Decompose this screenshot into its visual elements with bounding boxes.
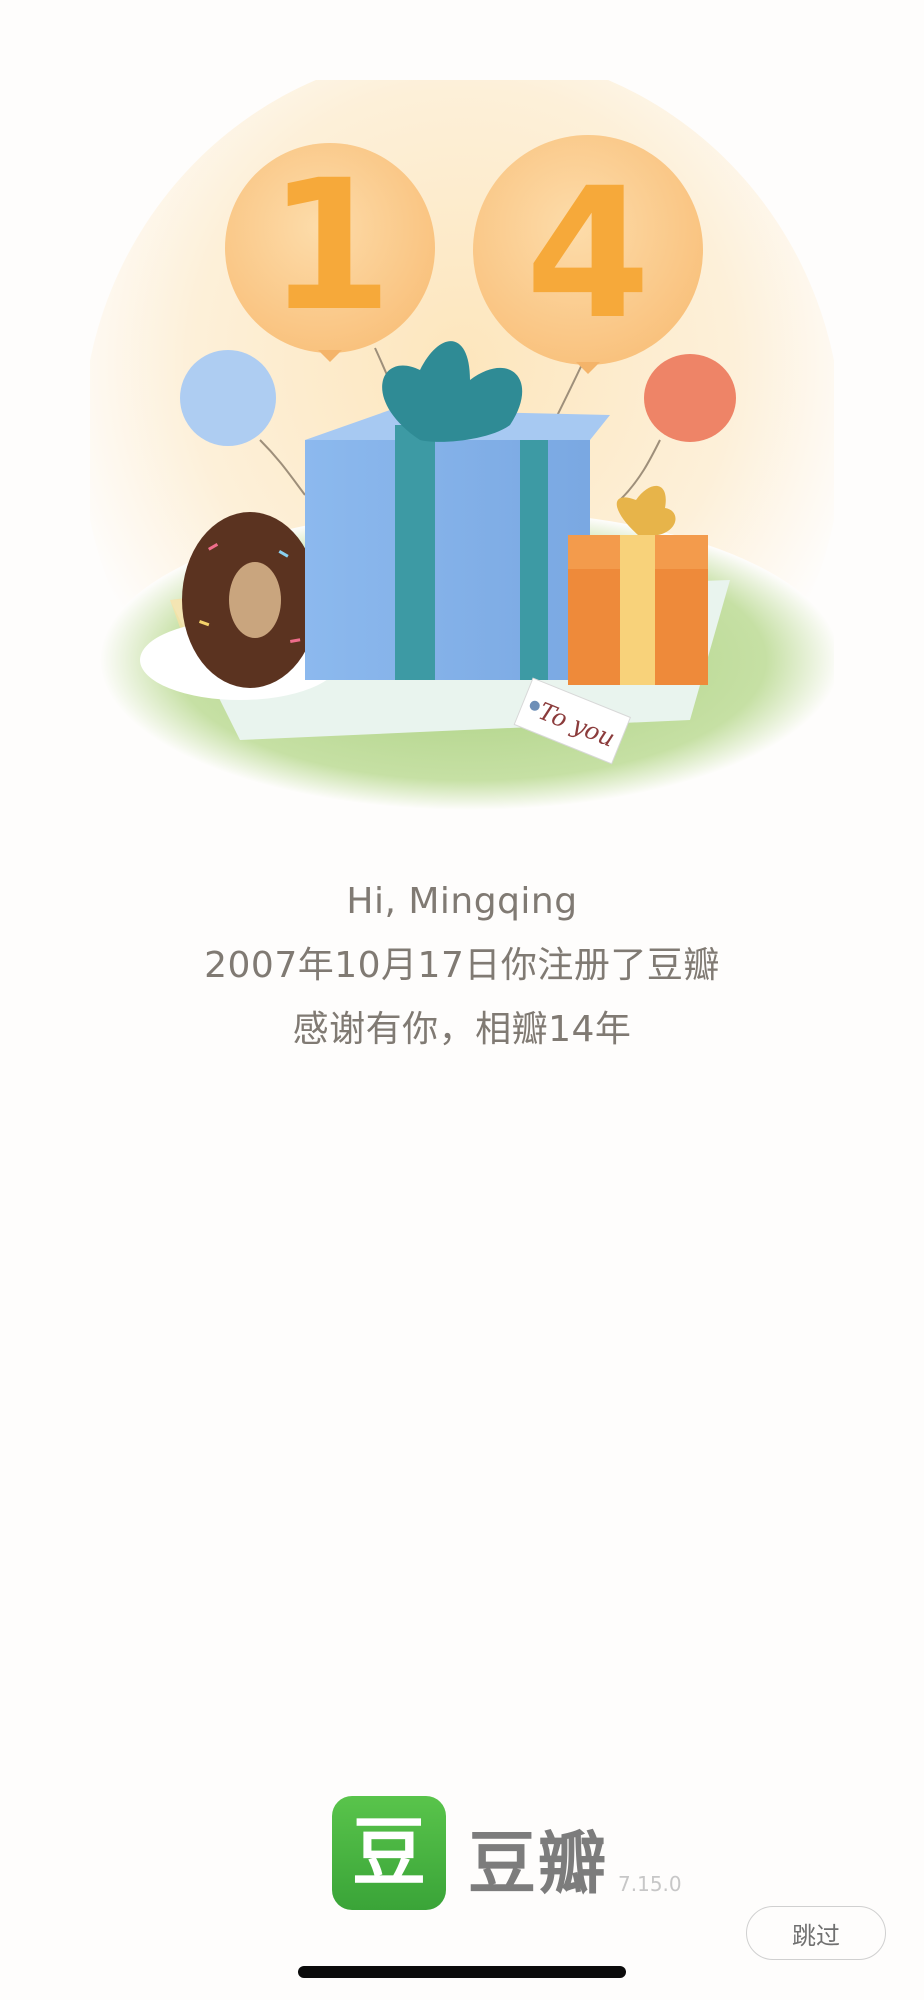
anniversary-illustration: 1 4 To you — [90, 80, 834, 840]
balloon-red — [644, 354, 736, 442]
douban-logo-icon: 豆 — [332, 1796, 446, 1910]
balloon-blue — [180, 350, 276, 446]
balloon-digit-four: 4 — [525, 150, 650, 359]
brand-name: 豆瓣 — [468, 1825, 609, 1904]
brand-footer: 豆 豆瓣 7.15.0 — [332, 1794, 682, 1910]
balloon-digit-one: 1 — [267, 142, 392, 351]
skip-button[interactable]: 跳过 — [746, 1906, 886, 1960]
greeting-name: Hi, Mingqing — [346, 881, 578, 922]
anniversary-text: 感谢有你，相瓣14年 — [292, 1009, 632, 1050]
registration-date-text: 2007年10月17日你注册了豆瓣 — [204, 945, 720, 986]
app-version: 7.15.0 — [618, 1872, 682, 1896]
home-indicator[interactable] — [298, 1966, 626, 1978]
